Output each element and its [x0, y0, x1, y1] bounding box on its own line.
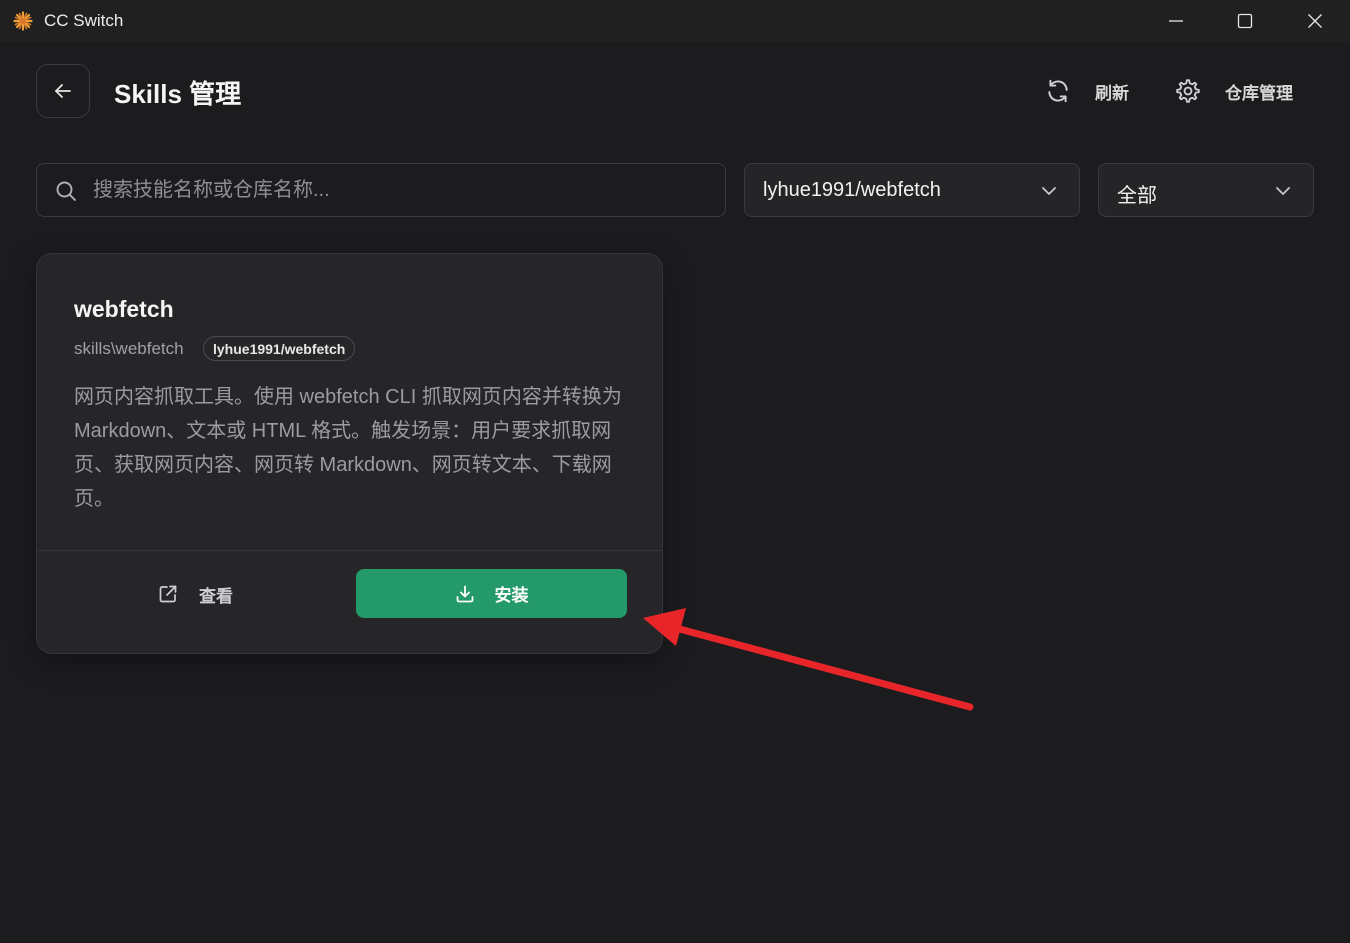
refresh-icon [1048, 79, 1068, 103]
skill-card: webfetch skills\webfetch lyhue1991/webfe… [36, 253, 663, 654]
external-link-icon [159, 585, 177, 603]
skill-description: 网页内容抓取工具。使用 webfetch CLI 抓取网页内容并转换为 Mark… [74, 386, 622, 510]
maximize-icon [1237, 13, 1253, 29]
page-title: Skills 管理 [114, 79, 242, 109]
download-icon [456, 585, 473, 602]
repo-select-value: lyhue1991/webfetch [763, 179, 941, 201]
back-button[interactable] [36, 64, 90, 118]
minimize-button[interactable] [1141, 0, 1211, 42]
search-icon [56, 181, 76, 201]
card-divider [37, 550, 662, 551]
skill-path: skills\webfetch [74, 339, 184, 358]
maximize-button[interactable] [1210, 0, 1280, 42]
install-label: 安装 [494, 586, 529, 605]
gear-icon [1176, 79, 1200, 103]
view-button[interactable]: 查看 [157, 570, 257, 618]
repo-select[interactable]: lyhue1991/webfetch [744, 163, 1080, 217]
title-bar: CC Switch [0, 0, 1350, 42]
install-button[interactable]: 安装 [356, 569, 627, 618]
category-select[interactable]: 全部 [1098, 163, 1314, 217]
close-icon [1308, 14, 1322, 28]
arrow-left-icon [55, 84, 71, 98]
search-box[interactable] [36, 163, 726, 217]
minimize-icon [1169, 20, 1183, 22]
app-title: CC Switch [44, 11, 124, 30]
refresh-label: 刷新 [1095, 83, 1129, 103]
refresh-button[interactable]: 刷新 [1045, 76, 1129, 106]
search-input[interactable] [91, 164, 711, 216]
repo-manage-label: 仓库管理 [1225, 83, 1293, 103]
category-select-value: 全部 [1117, 185, 1157, 207]
close-button[interactable] [1280, 0, 1350, 42]
chevron-down-icon [1276, 187, 1290, 195]
sunburst-logo-icon [13, 11, 33, 31]
chevron-down-icon [1042, 187, 1056, 195]
repo-manage-button[interactable]: 仓库管理 [1175, 76, 1293, 106]
skill-name: webfetch [74, 296, 174, 322]
repo-badge: lyhue1991/webfetch [203, 336, 356, 361]
view-label: 查看 [199, 586, 233, 606]
